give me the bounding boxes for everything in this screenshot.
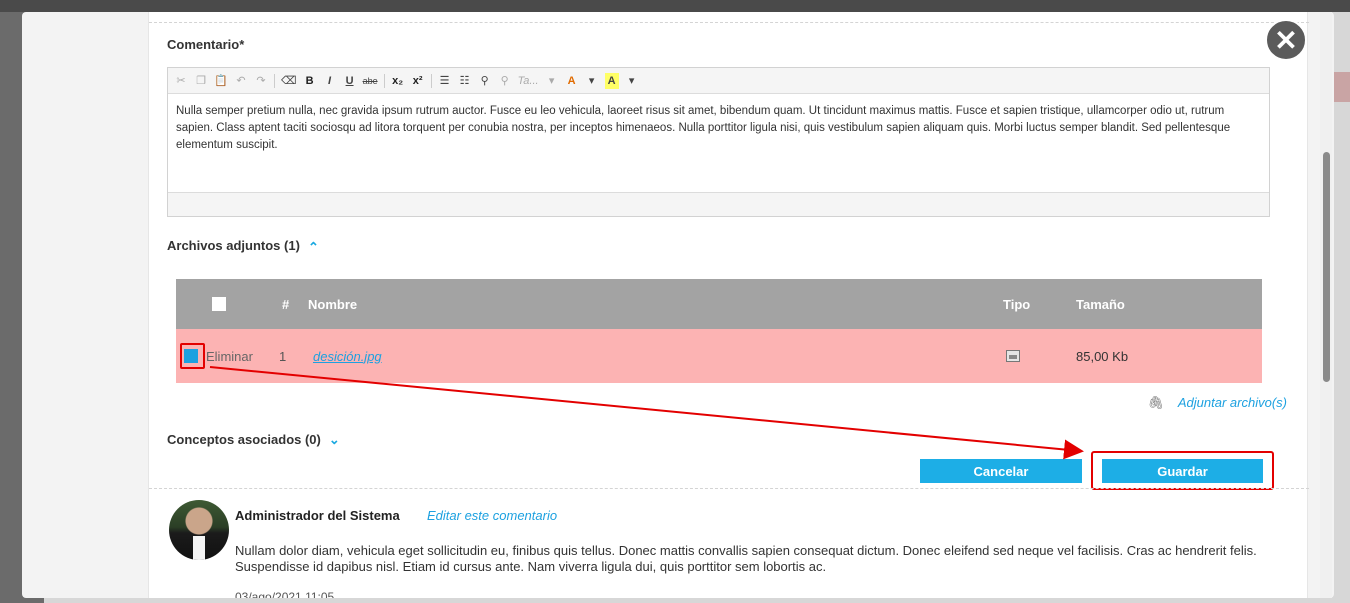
cut-icon[interactable]: ✂ (174, 73, 188, 89)
chevron-down-icon[interactable]: ▾ (545, 73, 559, 89)
font-select[interactable]: Ta... (518, 73, 539, 89)
editor-text[interactable]: Nulla semper pretium nulla, nec gravida … (168, 94, 1269, 192)
editor-footer (168, 192, 1269, 216)
modal-content: Comentario* ✂ ❐ 📋 ↶ ↷ ⌫ B I U abe x₂ x² … (148, 12, 1309, 598)
paperclip-icon: 🖇 (1147, 395, 1164, 410)
row-number: 1 (279, 348, 287, 364)
select-all-checkbox[interactable] (212, 297, 226, 311)
eraser-icon[interactable]: ⌫ (281, 73, 297, 89)
background-topbar (0, 0, 1350, 12)
comment-author: Administrador del Sistema (235, 508, 400, 523)
attachments-header[interactable]: Archivos adjuntos (1) ⌄ (167, 238, 319, 254)
bullet-list-icon[interactable]: ☷ (458, 73, 472, 89)
chevron-down-icon[interactable]: ▾ (625, 73, 639, 89)
chevron-up-icon[interactable]: ⌄ (308, 238, 319, 254)
attachments-label: Archivos adjuntos (1) (167, 238, 300, 253)
table-row: Eliminar 1 desición.jpg 85,00 Kb (176, 329, 1262, 383)
underline-button[interactable]: U (343, 73, 357, 89)
toolbar-separator (383, 73, 385, 88)
comment-label: Comentario* (167, 37, 245, 52)
chevron-down-icon[interactable]: ▾ (585, 73, 599, 89)
cancel-button[interactable]: Cancelar (920, 459, 1082, 483)
table-header: # Nombre Tipo Tamaño (176, 279, 1262, 329)
scrollbar-thumb[interactable] (1323, 152, 1330, 382)
replace-icon[interactable]: ⚲ (498, 73, 512, 89)
strikethrough-button[interactable]: abe (363, 73, 378, 89)
highlight-box (1091, 451, 1274, 490)
divider (149, 22, 1309, 23)
copy-icon[interactable]: ❐ (194, 73, 208, 89)
column-name[interactable]: Nombre (308, 297, 357, 312)
column-num: # (282, 296, 290, 312)
find-icon[interactable]: ⚲ (478, 73, 492, 89)
undo-icon[interactable]: ↶ (234, 73, 248, 89)
numbered-list-icon[interactable]: ☰ (438, 73, 452, 89)
file-size: 85,00 Kb (1076, 348, 1129, 364)
comment-modal: Comentario* ✂ ❐ 📋 ↶ ↷ ⌫ B I U abe x₂ x² … (22, 12, 1334, 598)
column-size[interactable]: Tamaño (1076, 297, 1125, 312)
redo-icon[interactable]: ↷ (254, 73, 268, 89)
avatar (169, 500, 229, 560)
text-color-button[interactable]: A (565, 73, 579, 89)
attach-files-label: Adjuntar archivo(s) (1177, 395, 1287, 410)
close-icon[interactable]: ✕ (1265, 19, 1307, 61)
chevron-down-icon[interactable]: ⌄ (329, 432, 340, 448)
attach-files-link[interactable]: 🖇 Adjuntar archivo(s) (1147, 395, 1287, 411)
divider (149, 488, 1309, 489)
paste-icon[interactable]: 📋 (214, 73, 228, 89)
comment-text: Nullam dolor diam, vehicula eget sollici… (235, 543, 1257, 574)
bold-button[interactable]: B (303, 73, 317, 89)
edit-comment-link[interactable]: Editar este comentario (427, 508, 557, 523)
editor-toolbar: ✂ ❐ 📋 ↶ ↷ ⌫ B I U abe x₂ x² ☰ ☷ ⚲ ⚲ Ta..… (168, 68, 1269, 94)
comment-date: 03/ago/2021 11:05 (235, 590, 335, 598)
concepts-header[interactable]: Conceptos asociados (0) ⌄ (167, 432, 340, 448)
rich-text-editor[interactable]: ✂ ❐ 📋 ↶ ↷ ⌫ B I U abe x₂ x² ☰ ☷ ⚲ ⚲ Ta..… (167, 67, 1270, 217)
toolbar-separator (430, 73, 432, 88)
scrollbar[interactable] (1320, 12, 1332, 598)
concepts-label: Conceptos asociados (0) (167, 432, 321, 447)
highlight-button[interactable]: A (604, 72, 619, 89)
italic-button[interactable]: I (323, 73, 337, 89)
image-file-icon (1006, 350, 1020, 362)
highlight-box (180, 343, 205, 369)
file-link[interactable]: desición.jpg (313, 349, 382, 364)
toolbar-separator (274, 73, 275, 88)
column-type[interactable]: Tipo (1003, 297, 1030, 312)
superscript-button[interactable]: x² (411, 73, 425, 89)
delete-label: Eliminar (206, 348, 253, 364)
subscript-button[interactable]: x₂ (391, 73, 405, 89)
attachments-table: # Nombre Tipo Tamaño Eliminar 1 desición… (176, 279, 1262, 383)
